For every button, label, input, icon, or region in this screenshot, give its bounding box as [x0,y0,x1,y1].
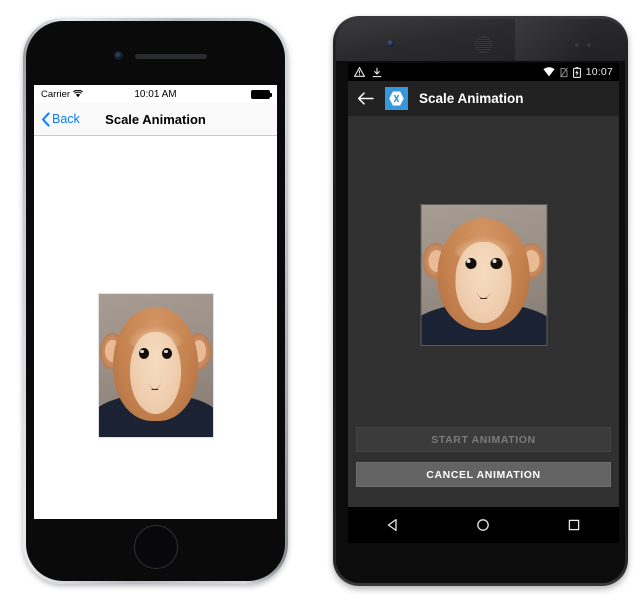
screenshot-stage: Carrier 10:01 AM Back Scale Animation 10… [0,0,643,600]
android-status-left [354,67,382,78]
battery-charging-icon [572,66,581,78]
battery-full-icon [251,89,272,99]
earpiece-speaker [135,54,207,59]
earpiece-speaker [475,36,492,53]
circle-home-icon[interactable] [463,510,503,540]
chevron-left-icon [42,111,50,127]
android-content-area: START ANIMATION CANCEL ANIMATION [348,116,619,543]
cancel-animation-button[interactable]: CANCEL ANIMATION [356,462,611,487]
front-camera-icon [114,51,123,60]
iphone-bezel: Carrier 10:01 AM Back Scale Animation [26,21,285,581]
download-icon [372,67,382,77]
ios-content-area: Start Animation Cancel Animation [34,136,277,519]
android-clock: 10:07 [585,66,613,78]
ios-clock: 10:01 AM [134,88,177,100]
android-status-bar: 10:07 [348,63,619,81]
xamarin-logo-icon [385,87,408,110]
page-title: Scale Animation [419,91,524,106]
square-recents-icon[interactable] [554,510,594,540]
monkey-eye-right [490,257,502,269]
android-status-right: 10:07 [543,66,613,78]
android-nav-bar [348,507,619,543]
android-action-bar: Scale Animation [348,81,619,116]
ios-status-bar: Carrier 10:01 AM [34,85,277,103]
monkey-head [113,306,198,422]
warning-triangle-icon [354,67,365,77]
monkey-eye-right [162,348,173,359]
monkey-head [437,217,530,330]
iphone-device-frame: Carrier 10:01 AM Back Scale Animation [23,18,288,584]
monkey-nose [476,281,492,298]
monkey-image [420,204,547,346]
android-bezel: 10:07 Scale Animation START ANIMATION CA… [336,19,625,583]
wifi-icon [543,67,555,77]
ios-nav-bar: Back Scale Animation [34,103,277,136]
iphone-screen: Carrier 10:01 AM Back Scale Animation [34,85,277,519]
android-screen: 10:07 Scale Animation START ANIMATION CA… [348,63,619,543]
monkey-image [97,293,214,438]
monkey-eye-left [465,257,477,269]
triangle-back-icon[interactable] [373,510,413,540]
arrow-left-icon[interactable] [357,91,374,106]
proximity-sensors [575,43,591,47]
start-animation-button[interactable]: START ANIMATION [356,427,611,452]
monkey-eye-left [138,348,149,359]
back-button-label: Back [52,112,80,126]
monkey-nose [148,372,162,389]
home-button[interactable] [133,525,178,569]
android-device-frame: 10:07 Scale Animation START ANIMATION CA… [333,16,628,586]
back-button[interactable]: Back [41,111,80,127]
no-sim-icon [559,67,568,77]
front-camera-icon [387,40,394,47]
ios-status-right [251,89,272,99]
